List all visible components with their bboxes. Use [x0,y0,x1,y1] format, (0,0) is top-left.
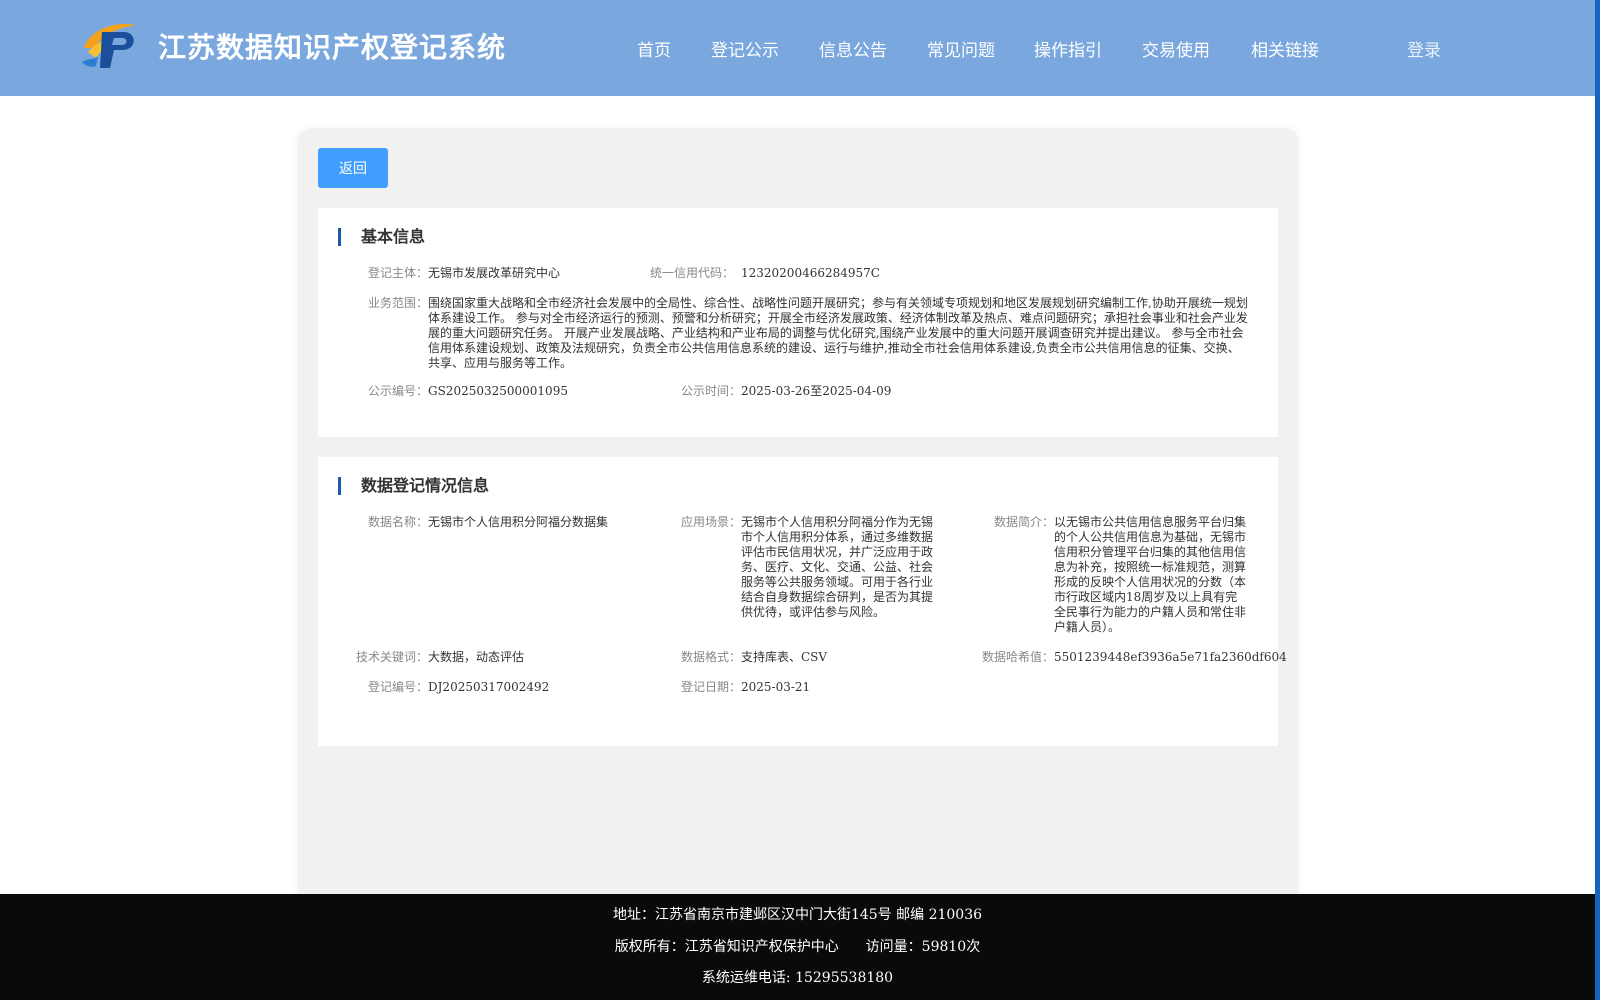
scene-field: 应用场景： 无锡市个人信用积分阿福分作为无锡市个人信用积分体系，通过多维数据评估… [631,515,951,625]
reg-no-value: DJ20250317002492 [428,680,550,694]
scrollbar-rail[interactable] [1595,0,1600,1000]
site-title: 江苏数据知识产权登记系统 [158,31,507,64]
back-button[interactable]: 返回 [318,148,388,188]
footer-address: 地址：江苏省南京市建邺区汉中门大街145号 邮编 210036 [612,907,983,923]
footer-copyright: 版权所有：江苏省知识产权保护中心 [614,939,839,955]
format-label: 数据格式： [680,650,741,664]
intro-value: 以无锡市公共信用信息服务平台归集的个人公共信用信息为基础，无锡市信用积分管理平台… [1054,515,1247,634]
reg-date-label: 登记日期： [680,680,741,694]
format-field: 数据格式： 支持库表、CSV [631,650,951,666]
hash-value: 5501239448ef3936a5e71fa2360df604 [1054,650,1287,664]
data-registration-title: 数据登记情况信息 [338,477,489,495]
hash-field: 数据哈希值： 5501239448ef3936a5e71fa2360df604 [944,650,1287,666]
basic-info-title: 基本信息 [338,228,425,246]
nav-links[interactable]: 相关链接 [1251,36,1319,61]
credit-code-value: 12320200466284957C [741,266,880,280]
scope-label: 业务范围： [367,296,428,310]
nav-trading[interactable]: 交易使用 [1142,36,1210,61]
scene-label: 应用场景： [680,515,741,529]
nav-faq[interactable]: 常见问题 [927,36,995,61]
data-name-label: 数据名称： [367,515,428,529]
keywords-value: 大数据，动态评估 [428,650,525,664]
detail-panel: 返回 基本信息 登记主体： 无锡市发展改革研究中心 统一信用代码： 123202… [298,128,1298,908]
footer-visits: 访问量：59810次 [865,939,981,955]
nav-registration-publicity[interactable]: 登记公示 [711,36,779,61]
pub-time-field: 公示时间： 2025-03-26至2025-04-09 [318,384,1278,400]
footer-phone: 系统运维电话: 15295538180 [701,970,894,986]
scope-field: 业务范围： 围绕国家重大战略和全市经济社会发展中的全局性、综合性、战略性问题开展… [318,296,1278,372]
nav-announcements[interactable]: 信息公告 [819,36,887,61]
intro-label: 数据简介： [993,515,1054,529]
data-registration-card: 数据登记情况信息 数据名称： 无锡市个人信用积分阿福分数据集 应用场景： 无锡市… [318,457,1287,746]
jiangsu-ip-logo-icon[interactable] [80,18,140,72]
keywords-label: 技术关键词： [355,650,428,664]
reg-date-value: 2025-03-21 [741,680,811,694]
reg-no-label: 登记编号： [367,680,428,694]
basic-info-card: 基本信息 登记主体： 无锡市发展改革研究中心 统一信用代码： 123202004… [318,208,1278,437]
format-value: 支持库表、CSV [741,650,828,664]
nav-guide[interactable]: 操作指引 [1034,36,1102,61]
credit-code-field: 统一信用代码： 12320200466284957C [318,266,1278,282]
reg-date-field: 登记日期： 2025-03-21 [631,680,951,696]
data-name-value: 无锡市个人信用积分阿福分数据集 [428,515,609,529]
login-link[interactable]: 登录 [1407,36,1441,61]
reg-no-field: 登记编号： DJ20250317002492 [318,680,638,696]
header: 江苏数据知识产权登记系统 首页 登记公示 信息公告 常见问题 操作指引 交易使用… [0,0,1595,96]
intro-field: 数据简介： 以无锡市公共信用信息服务平台归集的个人公共信用信息为基础，无锡市信用… [944,515,1264,640]
footer: 地址：江苏省南京市建邺区汉中门大街145号 邮编 210036 版权所有：江苏省… [0,894,1595,1000]
pub-time-value: 2025-03-26至2025-04-09 [741,384,892,398]
scope-value: 围绕国家重大战略和全市经济社会发展中的全局性、综合性、战略性问题开展研究；参与有… [428,296,1248,370]
credit-code-label: 统一信用代码： [649,266,734,280]
keywords-field: 技术关键词： 大数据，动态评估 [318,650,638,666]
footer-copyright-line: 版权所有：江苏省知识产权保护中心 访问量：59810次 [0,936,1595,956]
nav-home[interactable]: 首页 [637,36,671,61]
pub-time-label: 公示时间： [680,384,741,398]
data-name-field: 数据名称： 无锡市个人信用积分阿福分数据集 [318,515,638,531]
hash-label: 数据哈希值： [981,650,1054,664]
scene-value: 无锡市个人信用积分阿福分作为无锡市个人信用积分体系，通过多维数据评估市民信用状况… [741,515,934,619]
